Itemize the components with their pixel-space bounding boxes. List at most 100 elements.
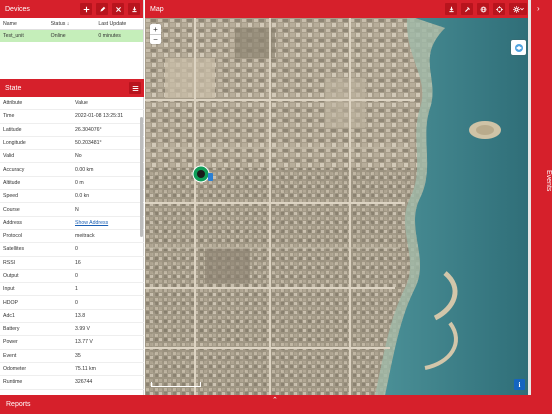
device-status: Online bbox=[50, 33, 66, 39]
add-device-button[interactable] bbox=[80, 3, 92, 15]
map-target-button[interactable] bbox=[493, 3, 505, 15]
col-value[interactable]: Value bbox=[75, 100, 88, 106]
state-row: Time 2022-01-08 13:25:31 bbox=[0, 110, 144, 124]
state-value: 0.00 km bbox=[75, 166, 94, 173]
map-header: Map bbox=[145, 0, 530, 18]
col-status[interactable]: Status ↓ bbox=[51, 21, 99, 27]
state-scrollbar[interactable] bbox=[140, 117, 143, 237]
download-icon bbox=[131, 6, 137, 12]
state-row: Output 0 bbox=[0, 270, 144, 284]
state-row: Address Show Address bbox=[0, 217, 144, 230]
zoom-in-button[interactable]: + bbox=[150, 24, 161, 34]
devices-table-header: Name Status ↓ Last Update bbox=[0, 18, 143, 30]
layer-toggle-button[interactable] bbox=[511, 40, 526, 55]
menu-icon bbox=[132, 85, 138, 91]
map-globe-button[interactable] bbox=[477, 3, 489, 15]
state-value: 1 bbox=[75, 286, 78, 293]
state-rows: Time 2022-01-08 13:25:31 Latitude 26.304076… bbox=[0, 110, 144, 390]
state-attribute: Input bbox=[3, 286, 15, 293]
device-last-update: 0 minutes bbox=[98, 33, 121, 39]
state-row: Protocol meitrack bbox=[0, 230, 144, 244]
map-pin-button[interactable] bbox=[461, 3, 473, 15]
state-value: 2022-01-08 13:25:31 bbox=[75, 113, 124, 120]
state-row: Course N bbox=[0, 203, 144, 217]
state-attribute: Odometer bbox=[3, 366, 27, 373]
chevron-down-icon bbox=[519, 7, 524, 11]
delete-icon bbox=[115, 6, 121, 12]
device-marker[interactable] bbox=[192, 164, 214, 189]
events-panel[interactable]: › Events bbox=[531, 0, 552, 395]
state-row: Latitude 26.304076° bbox=[0, 124, 144, 137]
state-attribute: Output bbox=[3, 273, 19, 279]
state-header: State bbox=[0, 79, 144, 97]
map-info-button[interactable]: i bbox=[514, 379, 525, 390]
device-row[interactable]: Test_unit Online 0 minutes bbox=[0, 30, 143, 42]
state-panel: State Attribute Value Time 2022-01-08 13:… bbox=[0, 79, 144, 395]
state-row: Satellites 0 bbox=[0, 243, 144, 257]
state-value: No bbox=[75, 153, 82, 160]
col-name[interactable]: Name bbox=[3, 21, 51, 27]
state-row: RSSI 16 bbox=[0, 257, 144, 270]
state-value: 0 bbox=[75, 246, 78, 253]
state-value: meitrack bbox=[75, 233, 95, 240]
zoom-out-button[interactable]: − bbox=[150, 34, 161, 44]
settings-icon bbox=[512, 5, 520, 13]
state-row: Runtime 326744 bbox=[0, 376, 144, 390]
download-device-button[interactable] bbox=[128, 3, 140, 15]
state-value: 3.99 V bbox=[75, 326, 90, 333]
device-name: Test_unit bbox=[3, 33, 24, 39]
state-value: 26.304076° bbox=[75, 126, 102, 133]
car-icon bbox=[192, 165, 213, 183]
state-attribute: Runtime bbox=[3, 379, 23, 386]
devices-header: Devices bbox=[0, 0, 143, 18]
state-attribute: Valid bbox=[3, 153, 15, 160]
state-value: 35 bbox=[75, 352, 81, 359]
state-attribute: Latitude bbox=[3, 126, 22, 133]
state-table-header: Attribute Value bbox=[0, 97, 144, 111]
state-attribute: Event bbox=[3, 352, 17, 359]
map-canvas[interactable]: + − i bbox=[145, 18, 530, 395]
download-icon bbox=[448, 6, 454, 12]
chevron-right-icon[interactable]: › bbox=[537, 4, 540, 13]
state-row: Battery 3.99 V bbox=[0, 323, 144, 337]
pin-icon bbox=[464, 6, 470, 12]
state-title: State bbox=[5, 84, 22, 92]
globe-icon bbox=[480, 6, 486, 12]
state-value: 0 m bbox=[75, 179, 84, 186]
state-attribute: Longitude bbox=[3, 140, 26, 147]
app-window: Devices Name Status ↓ Last Update Test_u… bbox=[0, 0, 552, 414]
state-row: Adc1 13.8 bbox=[0, 310, 144, 324]
zoom-control: + − bbox=[150, 24, 161, 44]
state-row: Speed 0.0 kn bbox=[0, 190, 144, 204]
state-attribute: Adc1 bbox=[3, 312, 15, 319]
state-attribute: RSSI bbox=[3, 259, 16, 266]
state-value: 16 bbox=[75, 259, 81, 266]
state-attribute: Satellites bbox=[3, 246, 25, 253]
col-last-update[interactable]: Last Update bbox=[98, 21, 143, 27]
state-attribute: Speed bbox=[3, 193, 19, 200]
state-row: Altitude 0 m bbox=[0, 177, 144, 191]
state-attribute: HDOP bbox=[3, 299, 18, 306]
reports-bar[interactable]: Reports ⌃ bbox=[0, 395, 552, 414]
map-settings-button[interactable] bbox=[509, 3, 527, 15]
state-attribute: Time bbox=[3, 113, 15, 120]
delete-device-button[interactable] bbox=[112, 3, 124, 15]
left-panel: Devices Name Status ↓ Last Update Test_u… bbox=[0, 0, 144, 395]
state-attribute: Course bbox=[3, 206, 20, 213]
state-value: 326744 bbox=[75, 379, 93, 386]
edit-device-button[interactable] bbox=[96, 3, 108, 15]
map-download-button[interactable] bbox=[445, 3, 457, 15]
state-row: Longitude 50.203481° bbox=[0, 137, 144, 151]
state-value: N bbox=[75, 206, 79, 213]
state-attribute: Address bbox=[3, 219, 23, 226]
state-attribute: Accuracy bbox=[3, 166, 25, 173]
show-address-link[interactable]: Show Address bbox=[75, 220, 108, 226]
col-attribute[interactable]: Attribute bbox=[3, 100, 75, 106]
state-attribute: Altitude bbox=[3, 179, 21, 186]
state-value: 13.77 V bbox=[75, 339, 93, 346]
chevron-up-icon[interactable]: ⌃ bbox=[272, 396, 278, 404]
state-menu-button[interactable] bbox=[129, 82, 141, 94]
events-title: Events bbox=[545, 170, 552, 192]
map-title: Map bbox=[150, 5, 164, 13]
add-icon bbox=[83, 6, 89, 12]
